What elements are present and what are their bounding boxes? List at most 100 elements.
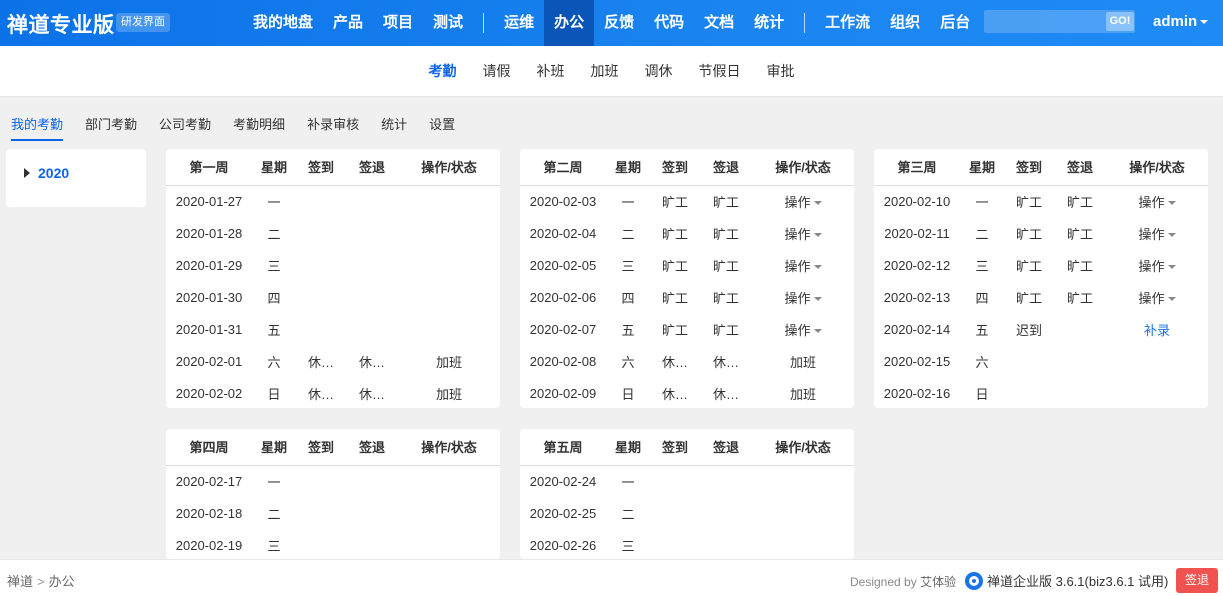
- year-node-2020[interactable]: 2020: [24, 165, 69, 181]
- nav-item[interactable]: 代码: [644, 0, 694, 46]
- row-action-cell: 操作: [752, 217, 854, 249]
- week-header-row: 第五周 星期 签到 签退 操作/状态: [520, 429, 854, 466]
- column-header: 签退: [700, 429, 752, 466]
- week-card-5: 第五周 星期 签到 签退 操作/状态 2020-02-24 一 2020-02-25 二 2020…: [520, 429, 854, 559]
- subnav-item[interactable]: 节假日: [686, 61, 754, 81]
- row-weekday: 五: [267, 322, 281, 338]
- sign-in-status[interactable]: 休…: [296, 345, 346, 377]
- week-card-4: 第四周 星期 签到 签退 操作/状态 2020-02-17 一 2020-02-18 二 2020…: [166, 429, 500, 559]
- nav-item[interactable]: 文档: [694, 0, 744, 46]
- nav-item[interactable]: 项目: [373, 0, 423, 46]
- action-dropdown[interactable]: 操作: [784, 323, 822, 338]
- nav-item[interactable]: 组织: [880, 0, 930, 46]
- column-header: 签到: [650, 149, 700, 186]
- module-tab[interactable]: 补录审核: [307, 114, 359, 141]
- row-action-cell: 操作: [752, 185, 854, 217]
- user-menu[interactable]: admin: [1153, 13, 1209, 30]
- table-row: 2020-02-25 二: [520, 497, 854, 529]
- row-action-cell: 操作: [752, 249, 854, 281]
- sign-in-status[interactable]: 休…: [296, 377, 346, 408]
- sign-out-status[interactable]: 休…: [346, 345, 398, 377]
- week-card-3: 第三周 星期 签到 签退 操作/状态 2020-02-10 一旷工 旷工 操作 2020-02-1…: [874, 149, 1208, 408]
- chevron-down-icon: [1167, 233, 1176, 238]
- sign-out-status[interactable]: 休…: [700, 377, 752, 408]
- search-input[interactable]: [984, 10, 1106, 33]
- subnav-item[interactable]: 加班: [578, 61, 632, 81]
- row-date: 2020-02-16: [883, 385, 951, 401]
- action-dropdown[interactable]: 操作: [1138, 291, 1176, 306]
- column-header: 操作/状态: [398, 149, 500, 186]
- row-action-cell: 加班: [752, 345, 854, 377]
- week-header-row: 第二周 星期 签到 签退 操作/状态: [520, 149, 854, 186]
- designed-by-name[interactable]: 艾体验: [920, 575, 956, 589]
- subnav-item[interactable]: 考勤: [416, 61, 470, 81]
- action-dropdown[interactable]: 操作: [784, 291, 822, 306]
- nav-item[interactable]: 后台: [930, 0, 980, 46]
- subnav-item[interactable]: 调休: [632, 61, 686, 81]
- breadcrumb-home[interactable]: 禅道: [7, 574, 33, 589]
- sign-out-status: [346, 465, 398, 497]
- sign-out-status[interactable]: 休…: [346, 377, 398, 408]
- action-dropdown[interactable]: 操作: [784, 259, 822, 274]
- sign-out-status: [346, 249, 398, 281]
- module-tab[interactable]: 设置: [429, 114, 455, 141]
- action-label: 操作: [1138, 226, 1165, 242]
- search-go-button[interactable]: GO!: [1106, 12, 1134, 31]
- week-table: 第二周 星期 签到 签退 操作/状态 2020-02-03 一旷工 旷工 操作 2020-02-0…: [520, 149, 854, 408]
- nav-item[interactable]: 运维: [494, 0, 544, 46]
- module-tab[interactable]: 统计: [381, 114, 407, 141]
- column-header: 签到: [1004, 149, 1054, 186]
- nav-item[interactable]: 产品: [323, 0, 373, 46]
- sign-in-status: 旷工: [661, 322, 688, 338]
- column-header: 星期: [606, 149, 650, 186]
- row-weekday: 六: [621, 354, 635, 370]
- nav-item[interactable]: 测试: [423, 0, 473, 46]
- supplement-link[interactable]: 补录: [1144, 323, 1170, 338]
- sign-out-status: 旷工: [712, 226, 739, 242]
- row-date: 2020-02-24: [529, 473, 597, 489]
- column-header: 星期: [252, 149, 296, 186]
- subnav-item[interactable]: 审批: [754, 61, 808, 81]
- nav-item[interactable]: 统计: [744, 0, 794, 46]
- action-dropdown[interactable]: 操作: [784, 227, 822, 242]
- week-title: 第四周: [166, 429, 252, 466]
- row-date: 2020-02-09: [529, 385, 597, 401]
- action-dropdown[interactable]: 操作: [1138, 259, 1176, 274]
- sign-in-status[interactable]: 休…: [650, 345, 700, 377]
- column-header: 星期: [606, 429, 650, 466]
- module-tab[interactable]: 考勤明细: [233, 114, 285, 141]
- row-weekday: 一: [267, 194, 281, 210]
- nav-item[interactable]: 反馈: [594, 0, 644, 46]
- row-date: 2020-01-27: [175, 193, 243, 209]
- row-action-cell: [398, 249, 500, 281]
- sign-in-status: [296, 217, 346, 249]
- table-row: 2020-02-07 五 旷工 旷工 操作: [520, 313, 854, 345]
- app-brand[interactable]: 禅道专业版: [7, 9, 115, 39]
- module-tab[interactable]: 公司考勤: [159, 114, 211, 141]
- sign-out-status: 旷工: [1066, 290, 1093, 306]
- row-date: 2020-01-28: [175, 225, 243, 241]
- sign-out-button[interactable]: 签退: [1176, 568, 1218, 593]
- module-tab[interactable]: 部门考勤: [85, 114, 137, 141]
- ui-mode-badge[interactable]: 研发界面: [116, 13, 170, 32]
- module-tab[interactable]: 我的考勤: [11, 114, 64, 141]
- action-dropdown[interactable]: 操作: [1138, 226, 1176, 242]
- nav-item[interactable]: 工作流: [815, 0, 880, 46]
- subnav-item[interactable]: 补班: [524, 61, 578, 81]
- status-label: 加班: [789, 354, 816, 370]
- week-title: 第一周: [166, 149, 252, 186]
- nav-item[interactable]: 办公: [544, 0, 595, 46]
- subnav-item[interactable]: 请假: [470, 61, 524, 81]
- sign-out-status[interactable]: 休…: [700, 345, 752, 377]
- action-dropdown[interactable]: 操作: [1138, 195, 1176, 210]
- version-info[interactable]: 禅道企业版 3.6.1(biz3.6.1 试用): [965, 571, 1168, 590]
- week-table: 第三周 星期 签到 签退 操作/状态 2020-02-10 一旷工 旷工 操作 2020-02-1…: [874, 149, 1208, 408]
- breadcrumb-current[interactable]: 办公: [49, 574, 75, 589]
- action-dropdown[interactable]: 操作: [784, 195, 822, 210]
- sign-in-status: [650, 529, 700, 559]
- table-row: 2020-02-11 二 旷工 旷工 操作: [874, 217, 1208, 249]
- sign-in-status: [1004, 345, 1054, 377]
- sign-in-status[interactable]: 休…: [650, 377, 700, 408]
- nav-item[interactable]: 我的地盘: [243, 0, 323, 46]
- row-weekday: 一: [621, 474, 635, 490]
